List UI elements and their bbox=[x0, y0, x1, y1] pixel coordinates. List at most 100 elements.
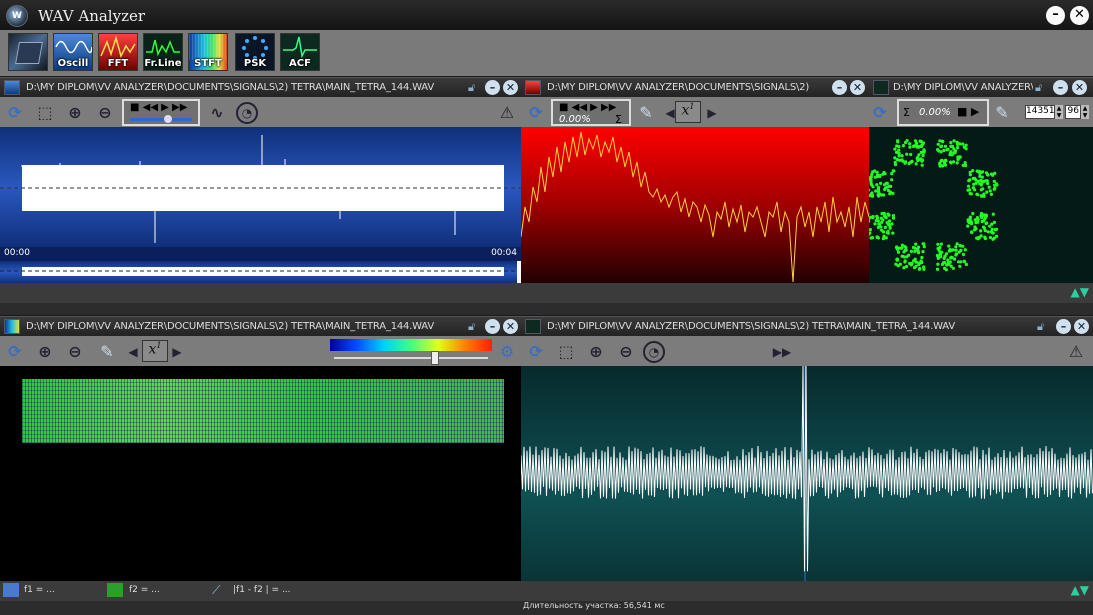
psk-constellation-view[interactable] bbox=[869, 127, 1093, 283]
fft-spectrum-view[interactable] bbox=[521, 127, 869, 283]
open-file-button[interactable] bbox=[8, 33, 48, 71]
symbol-rate-input[interactable]: 96 bbox=[1065, 105, 1081, 119]
playback-controls: ■ ◀◀ ▶ ▶▶ bbox=[122, 99, 200, 126]
f2-marker-icon[interactable] bbox=[107, 583, 123, 597]
diff-marker-icon[interactable]: ⟋ bbox=[212, 583, 228, 597]
fft-close-button[interactable]: ✕ bbox=[850, 80, 865, 95]
color-scale-slider[interactable] bbox=[334, 357, 488, 359]
zoom-out-icon[interactable]: ⊖ bbox=[615, 341, 637, 363]
sigma-icon[interactable]: Σ bbox=[615, 113, 622, 126]
refresh-icon[interactable]: ⟳ bbox=[869, 102, 891, 124]
psk-point bbox=[884, 181, 888, 185]
stft-tool-button[interactable]: STFT bbox=[188, 33, 228, 71]
symbol-rate-spinner[interactable]: ▲ ▼ bbox=[1081, 105, 1089, 119]
volume-slider-thumb[interactable] bbox=[164, 115, 172, 123]
select-region-icon[interactable]: ⬚ bbox=[555, 341, 577, 363]
minimize-button[interactable]: – bbox=[1046, 6, 1065, 25]
stft-panel-title: D:\MY DIPLOM\VV ANALYZER\DOCUMENTS\SIGNA… bbox=[26, 321, 434, 332]
next-arrow-icon[interactable]: ▶ bbox=[701, 102, 723, 124]
volume-slider[interactable] bbox=[130, 118, 192, 121]
frline-tool-button[interactable]: Fr.Line bbox=[143, 33, 183, 71]
expand-arrows-icon[interactable]: ▲▼ bbox=[1071, 583, 1089, 597]
acf-tool-button[interactable]: ACF bbox=[280, 33, 320, 71]
psk-point bbox=[991, 212, 995, 216]
refresh-icon[interactable]: ⟳ bbox=[4, 341, 26, 363]
stft-minimize-button[interactable]: – bbox=[485, 319, 500, 334]
psk-point bbox=[991, 237, 995, 241]
lock-icon[interactable]: 🔓︎ bbox=[1037, 320, 1049, 333]
color-scale-slider-thumb[interactable] bbox=[431, 351, 439, 365]
stop-play-buttons[interactable]: ■ ▶ bbox=[957, 105, 979, 118]
psk-point bbox=[973, 188, 977, 192]
psk-point bbox=[904, 160, 908, 164]
pen-icon[interactable]: ✎ bbox=[991, 102, 1013, 124]
next-arrow-icon[interactable]: ▶ bbox=[166, 341, 188, 363]
fft-panel-title: D:\MY DIPLOM\VV ANALYZER\DOCUMENTS\SIGNA… bbox=[547, 82, 811, 93]
refresh-icon[interactable]: ⟳ bbox=[4, 102, 26, 124]
psk-close-button[interactable]: ✕ bbox=[1072, 80, 1087, 95]
prev-arrow-icon[interactable]: ◀ bbox=[122, 341, 144, 363]
sample-count-input[interactable]: 14351 bbox=[1025, 105, 1055, 119]
gauge-icon[interactable]: ◔ bbox=[643, 341, 665, 363]
psk-point bbox=[916, 145, 920, 149]
playback-buttons[interactable]: ■ ◀◀ ▶ ▶▶ bbox=[559, 102, 616, 113]
psk-point bbox=[995, 234, 999, 238]
expand-arrows-icon[interactable]: ▲▼ bbox=[1071, 285, 1089, 299]
psk-point bbox=[884, 236, 888, 240]
power-x-button[interactable]: x1 bbox=[675, 101, 701, 123]
lock-icon[interactable]: 🔓︎ bbox=[468, 320, 480, 333]
pen-icon[interactable]: ✎ bbox=[635, 102, 657, 124]
psk-point bbox=[942, 160, 946, 164]
zoom-out-icon[interactable]: ⊖ bbox=[64, 341, 86, 363]
psk-point bbox=[879, 193, 883, 197]
stft-close-button[interactable]: ✕ bbox=[503, 319, 518, 334]
psk-point bbox=[869, 219, 871, 223]
stft-spectrogram-view[interactable] bbox=[0, 366, 521, 581]
oscill-minimize-button[interactable]: – bbox=[485, 80, 500, 95]
psk-point bbox=[877, 186, 881, 190]
psk-point bbox=[876, 219, 880, 223]
zoom-out-icon[interactable]: ⊖ bbox=[94, 102, 116, 124]
fft-minimize-button[interactable]: – bbox=[832, 80, 847, 95]
fast-forward-icon[interactable]: ▶▶ bbox=[771, 341, 793, 363]
frline-tool-label: Fr.Line bbox=[144, 58, 182, 69]
acf-view[interactable] bbox=[521, 366, 1093, 581]
psk-point bbox=[922, 245, 926, 249]
playback-buttons[interactable]: ■ ◀◀ ▶ ▶▶ bbox=[130, 102, 187, 113]
oscill-overview[interactable] bbox=[0, 261, 521, 283]
f1-marker-icon[interactable] bbox=[3, 583, 19, 597]
psk-point bbox=[958, 142, 962, 146]
close-button[interactable]: ✕ bbox=[1070, 6, 1089, 25]
freq-diff-label: |f1 - f2 | = ... bbox=[233, 585, 291, 595]
lock-icon[interactable]: 🔓︎ bbox=[468, 81, 480, 94]
zoom-in-icon[interactable]: ⊕ bbox=[34, 341, 56, 363]
psk-point bbox=[922, 242, 926, 246]
warning-icon[interactable]: ⚠ bbox=[496, 102, 518, 124]
acf-minimize-button[interactable]: – bbox=[1056, 319, 1071, 334]
psk-point bbox=[895, 247, 900, 251]
select-region-icon[interactable]: ⬚ bbox=[34, 102, 56, 124]
psk-point bbox=[919, 144, 923, 149]
refresh-icon[interactable]: ⟳ bbox=[525, 102, 547, 124]
sigma-icon[interactable]: Σ bbox=[903, 106, 910, 119]
refresh-icon[interactable]: ⟳ bbox=[525, 341, 547, 363]
warning-icon[interactable]: ⚠ bbox=[1065, 341, 1087, 363]
gauge-icon[interactable]: ◔ bbox=[236, 102, 258, 124]
zoom-in-icon[interactable]: ⊕ bbox=[64, 102, 86, 124]
pen-icon[interactable]: ✎ bbox=[96, 341, 118, 363]
oscill-waveform-view[interactable] bbox=[0, 127, 521, 247]
fft-tool-button[interactable]: FFT bbox=[98, 33, 138, 71]
oscill-tool-button[interactable]: Oscill bbox=[53, 33, 93, 71]
oscill-close-button[interactable]: ✕ bbox=[503, 80, 518, 95]
zoom-in-icon[interactable]: ⊕ bbox=[585, 341, 607, 363]
psk-tool-button[interactable]: PSK bbox=[235, 33, 275, 71]
psk-minimize-button[interactable]: – bbox=[1053, 80, 1068, 95]
psk-point bbox=[967, 184, 971, 188]
psk-point bbox=[921, 250, 925, 254]
power-x-button[interactable]: x1 bbox=[142, 340, 168, 362]
lock-icon[interactable]: 🔓︎ bbox=[1035, 81, 1047, 94]
sample-count-spinner[interactable]: ▲ ▼ bbox=[1055, 105, 1063, 119]
settings-circles-icon[interactable]: ⚙ bbox=[496, 341, 518, 363]
waveform-mode-icon[interactable]: ∿ bbox=[206, 102, 228, 124]
acf-close-button[interactable]: ✕ bbox=[1074, 319, 1089, 334]
